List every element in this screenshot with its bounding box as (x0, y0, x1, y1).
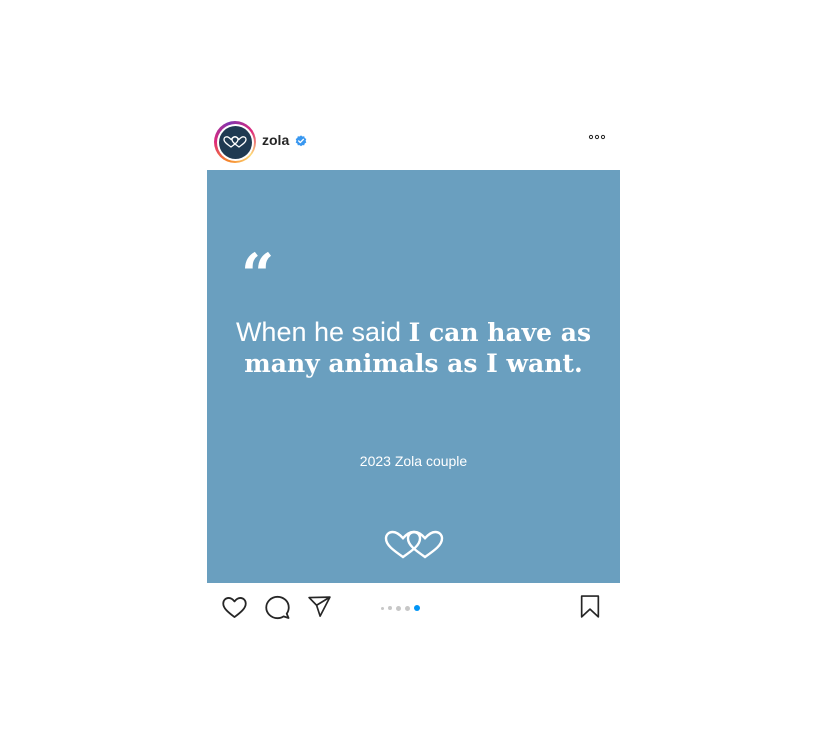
verified-badge-icon (295, 135, 307, 147)
carousel-dot (388, 606, 392, 610)
carousel-indicator (381, 605, 420, 611)
carousel-dot (405, 605, 410, 611)
post-header: zola (207, 118, 620, 170)
comment-icon[interactable] (264, 594, 291, 621)
carousel-dot (396, 605, 401, 611)
carousel-dot (381, 606, 384, 610)
instagram-post: zola “ When he said I can have as many a… (207, 118, 620, 635)
send-icon[interactable] (307, 594, 332, 619)
carousel-dot (414, 605, 420, 611)
zola-hearts-logo-icon (384, 530, 444, 559)
username[interactable]: zola (262, 132, 289, 148)
quote-lead: When he said (235, 317, 409, 347)
post-actions (207, 583, 620, 635)
heart-icon[interactable] (221, 594, 248, 621)
zola-hearts-logo-icon (223, 136, 247, 148)
quote-mark: “ (241, 241, 275, 309)
quote-text: When he said I can have as many animals … (207, 317, 620, 379)
quote-attribution: 2023 Zola couple (359, 453, 468, 469)
avatar-image (218, 125, 252, 159)
avatar[interactable] (214, 121, 256, 163)
bookmark-icon[interactable] (579, 594, 601, 619)
more-options-icon[interactable] (588, 134, 606, 140)
post-image[interactable]: “ When he said I can have as many animal… (207, 170, 620, 583)
